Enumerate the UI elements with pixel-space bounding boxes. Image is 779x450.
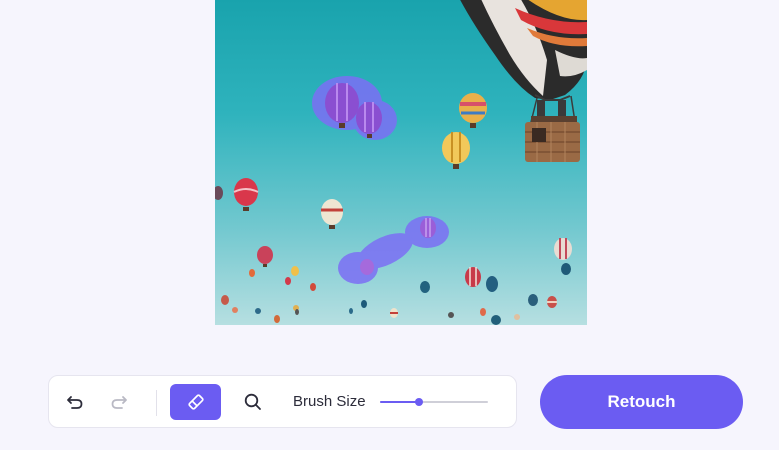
eraser-icon <box>187 394 204 410</box>
retouch-editor: Brush Size Retouch <box>0 0 779 450</box>
hot-air-balloon-photo <box>215 0 587 325</box>
photo-canvas[interactable] <box>215 0 587 325</box>
undo-icon <box>67 396 83 409</box>
large-balloon <box>460 0 587 162</box>
brush-size-slider-fill <box>380 401 419 403</box>
search-icon <box>244 393 261 410</box>
brush-size-slider-thumb[interactable] <box>414 398 423 406</box>
redo-icon <box>111 396 127 409</box>
toolbar-divider <box>156 390 157 416</box>
redo-button[interactable] <box>101 384 137 420</box>
brush-eraser-button[interactable] <box>170 384 221 420</box>
brush-size-slider[interactable] <box>380 398 488 406</box>
editing-toolbar: Brush Size <box>48 375 517 428</box>
zoom-button[interactable] <box>235 384 271 420</box>
retouch-button[interactable]: Retouch <box>540 375 743 429</box>
brush-size-label: Brush Size <box>293 393 366 410</box>
undo-button[interactable] <box>57 384 93 420</box>
